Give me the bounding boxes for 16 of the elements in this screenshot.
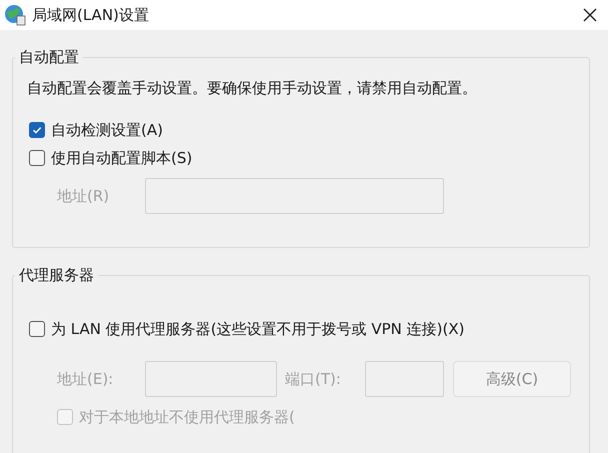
checkbox-label[interactable]: 使用自动配置脚本(S) [51,148,192,168]
checkbox[interactable] [29,122,45,138]
group-title: 自动配置 [18,48,80,67]
window-title: 局域网(LAN)设置 [32,6,150,24]
field-label: 地址(E): [57,370,114,388]
checkbox-label[interactable]: 为 LAN 使用代理服务器(这些设置不用于拨号或 VPN 连接)(X) [51,320,464,338]
checkbox[interactable] [29,321,45,337]
checkmark-icon [31,124,43,136]
checkbox[interactable] [29,150,45,166]
globe-icon [4,4,26,26]
checkbox-label[interactable]: 自动检测设置(A) [51,120,163,140]
field-label: 地址(R) [57,186,110,206]
group-title: 代理服务器 [18,266,95,285]
description-text: 自动配置会覆盖手动设置。要确保使用手动设置，请禁用自动配置。 [27,79,478,98]
close-icon[interactable] [582,7,598,23]
field-label: 端口(T): [285,370,342,388]
